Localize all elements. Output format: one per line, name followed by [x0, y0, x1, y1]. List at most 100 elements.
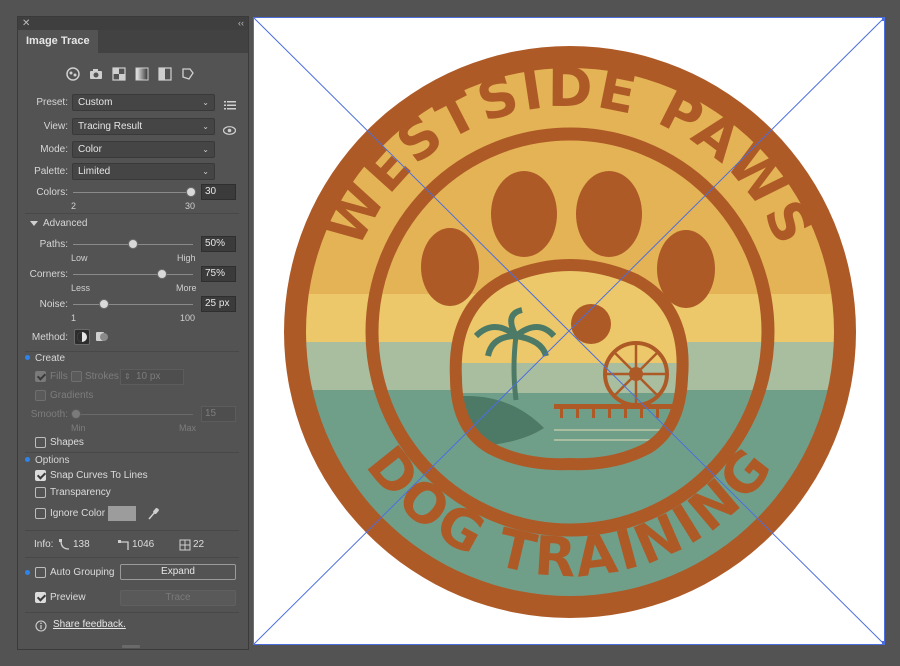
ignore-color-label: Ignore Color — [50, 508, 106, 519]
shapes-checkbox[interactable] — [35, 437, 46, 448]
advanced-disclosure-icon[interactable] — [30, 221, 38, 226]
view-value: Tracing Result — [78, 121, 143, 132]
snap-curves-checkbox[interactable] — [35, 470, 46, 481]
paths-min: Low — [71, 253, 88, 263]
info-label: Info: — [34, 539, 54, 550]
view-select[interactable]: Tracing Result ⌄ — [72, 118, 215, 135]
colors-count-icon — [179, 538, 191, 556]
trace-button[interactable]: Trace — [120, 590, 236, 606]
colors-max: 30 — [185, 201, 196, 211]
corners-slider-track[interactable] — [73, 274, 193, 275]
black-and-white-icon[interactable] — [157, 66, 173, 82]
noise-slider-thumb[interactable] — [99, 299, 109, 309]
preset-select[interactable]: Custom ⌄ — [72, 94, 215, 111]
share-feedback-link[interactable]: Share feedback. — [53, 619, 126, 630]
paths-slider-thumb[interactable] — [128, 239, 138, 249]
divider — [25, 213, 239, 214]
auto-grouping-label: Auto Grouping — [50, 567, 115, 578]
overlapping-method-button[interactable] — [95, 330, 109, 344]
outline-icon[interactable] — [180, 66, 196, 82]
chevron-down-icon: ⌄ — [202, 167, 209, 176]
eye-icon[interactable] — [222, 122, 237, 140]
ignore-color-checkbox[interactable] — [35, 508, 46, 519]
abutting-method-button[interactable] — [74, 329, 90, 345]
noise-max: 100 — [180, 313, 196, 323]
preview-checkbox[interactable] — [35, 592, 46, 603]
stepper-icon: ⇕ — [124, 372, 131, 381]
options-title: Options — [35, 455, 70, 466]
preview-label: Preview — [50, 592, 86, 603]
paths-count-icon — [59, 538, 71, 556]
noise-slider-track[interactable] — [73, 304, 193, 305]
chevron-down-icon: ⌄ — [202, 145, 209, 154]
gradients-checkbox[interactable] — [35, 390, 46, 401]
close-icon[interactable]: ✕ — [22, 17, 30, 30]
panel-tabbar: Image Trace — [18, 30, 248, 53]
expand-button[interactable]: Expand — [120, 564, 236, 580]
eyedropper-icon[interactable] — [146, 506, 160, 526]
preset-icon-row — [65, 66, 196, 82]
high-color-icon[interactable] — [88, 66, 104, 82]
preset-label: Preset: — [36, 97, 68, 108]
palette-value: Limited — [78, 166, 111, 177]
traced-logo-artwork[interactable]: WESTSIDE PAWS DOG TRAINING — [253, 17, 886, 645]
colors-slider-track[interactable] — [73, 192, 191, 193]
corners-input[interactable]: 75% — [201, 266, 236, 282]
divider — [25, 557, 239, 558]
divider — [25, 612, 239, 613]
palette-select[interactable]: Limited ⌄ — [72, 163, 215, 180]
mode-value: Color — [78, 144, 102, 155]
corners-slider-thumb[interactable] — [157, 269, 167, 279]
mode-label: Mode: — [40, 144, 68, 155]
colors-min: 2 — [71, 201, 77, 211]
smooth-slider-track[interactable] — [73, 414, 193, 415]
corners-min: Less — [71, 283, 91, 293]
smooth-input[interactable]: 15 — [201, 406, 236, 422]
paths-label: Paths: — [39, 239, 68, 250]
collapse-icon[interactable]: ‹‹ — [238, 17, 244, 30]
artboard-canvas[interactable]: WESTSIDE PAWS DOG TRAINING — [253, 17, 886, 645]
corners-max: More — [176, 283, 197, 293]
fills-label: Fills — [50, 371, 68, 382]
strokes-checkbox[interactable] — [71, 371, 82, 382]
shapes-label: Shapes — [50, 437, 84, 448]
anchors-count: 1046 — [132, 539, 155, 550]
divider — [25, 452, 239, 453]
noise-input[interactable]: 25 px — [201, 296, 236, 312]
panel-resize-grip[interactable] — [122, 645, 140, 648]
advanced-toggle[interactable]: Advanced — [43, 218, 87, 229]
panel-titlebar: ✕ ‹‹ — [18, 17, 248, 30]
stroke-width-input[interactable]: ⇕ 10 px — [120, 369, 184, 385]
ignore-color-swatch[interactable] — [108, 506, 136, 521]
fills-checkbox[interactable] — [35, 371, 46, 382]
colors-slider-thumb[interactable] — [186, 187, 196, 197]
selection-handle[interactable] — [882, 17, 886, 21]
create-title: Create — [35, 353, 66, 364]
low-color-icon[interactable] — [111, 66, 127, 82]
anchors-count-icon — [118, 538, 130, 556]
method-label: Method: — [31, 332, 68, 343]
corners-label: Corners: — [29, 269, 68, 280]
paths-count: 138 — [73, 539, 90, 550]
info-circle-icon — [35, 619, 47, 637]
smooth-slider-thumb[interactable] — [71, 409, 81, 419]
colors-input[interactable]: 30 — [201, 184, 236, 200]
palette-label: Palette: — [34, 166, 68, 177]
paths-input[interactable]: 50% — [201, 236, 236, 252]
selection-handle[interactable] — [882, 641, 886, 645]
smooth-label: Smooth: — [30, 409, 68, 420]
transparency-label: Transparency — [50, 487, 111, 498]
chevron-down-icon: ⌄ — [202, 98, 209, 107]
view-label: View: — [43, 121, 68, 132]
grouping-modified-dot — [25, 570, 30, 575]
auto-grouping-checkbox[interactable] — [35, 567, 46, 578]
mode-select[interactable]: Color ⌄ — [72, 141, 215, 158]
create-modified-dot — [25, 355, 30, 360]
colors-count: 22 — [193, 539, 205, 550]
preset-list-icon[interactable] — [224, 97, 236, 115]
strokes-label: Strokes — [85, 371, 119, 382]
tab-image-trace[interactable]: Image Trace — [18, 30, 98, 53]
auto-color-icon[interactable] — [65, 66, 81, 82]
grayscale-icon[interactable] — [134, 66, 150, 82]
transparency-checkbox[interactable] — [35, 487, 46, 498]
